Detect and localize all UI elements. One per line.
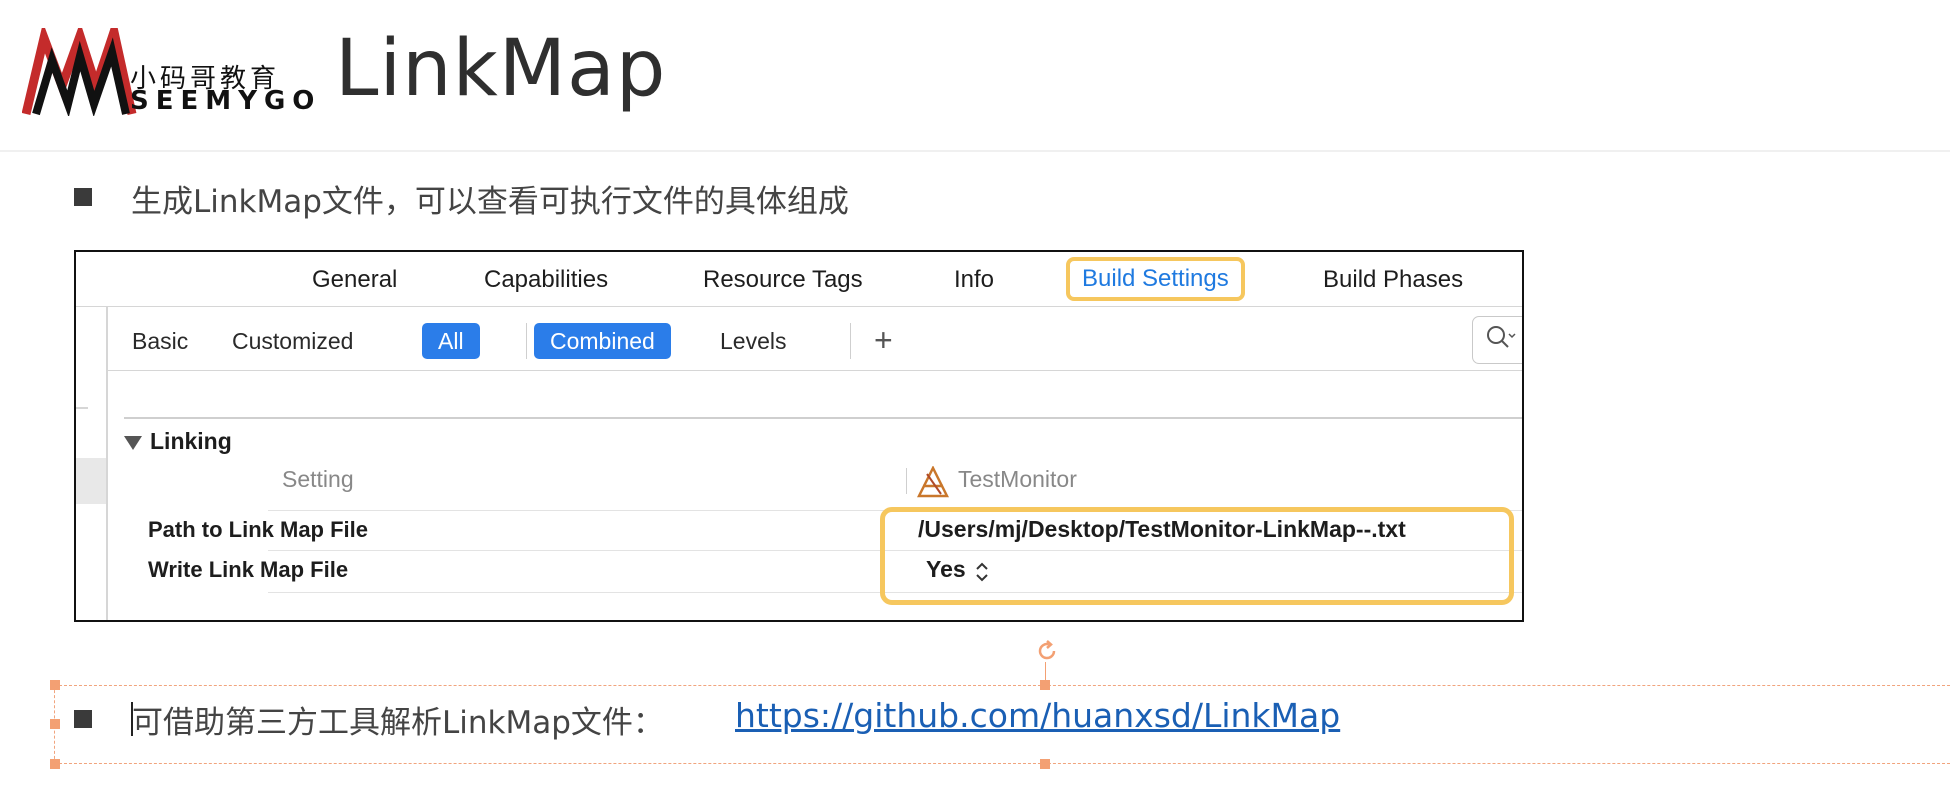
tab-capabilities[interactable]: Capabilities <box>476 262 616 298</box>
section-title-linking: Linking <box>150 428 232 454</box>
linkmap-github-link[interactable]: https://github.com/huanxsd/LinkMap <box>735 696 1340 735</box>
bullet-text: 生成LinkMap文件，可以查看可执行文件的具体组成 <box>131 184 849 220</box>
logo-text-en: SEEMYGO <box>130 86 322 116</box>
filter-customized-button[interactable]: Customized <box>232 323 353 359</box>
filter-all-button[interactable]: All <box>422 323 480 359</box>
tab-build-phases[interactable]: Build Phases <box>1315 262 1471 298</box>
resize-handle-middle-left[interactable] <box>50 719 60 729</box>
filter-separator <box>850 323 851 359</box>
tab-resource-tags[interactable]: Resource Tags <box>695 262 871 298</box>
sidebar-selected-row <box>76 458 106 504</box>
bullet-square-icon <box>74 188 92 206</box>
filter-basic-button[interactable]: Basic <box>132 323 188 359</box>
plus-icon[interactable]: + <box>874 322 893 358</box>
rotate-handle-icon[interactable] <box>1035 639 1059 663</box>
column-header-setting: Setting <box>282 466 354 492</box>
resize-handle-bottom-middle[interactable] <box>1040 759 1050 769</box>
bullet-square-icon <box>74 710 92 728</box>
setting-key-write-link-map[interactable]: Write Link Map File <box>148 557 348 583</box>
disclosure-triangle-icon[interactable] <box>124 436 142 450</box>
bullet-text: 可借助第三方工具解析LinkMap文件： <box>132 705 664 741</box>
setting-key-path-to-link-map[interactable]: Path to Link Map File <box>148 517 368 543</box>
view-levels-button[interactable]: Levels <box>720 323 786 359</box>
tab-info[interactable]: Info <box>946 262 1002 298</box>
app-target-icon <box>917 466 949 498</box>
column-header-target: TestMonitor <box>958 466 1077 492</box>
settings-filter-bar: Basic Customized All Combined Levels + <box>108 306 1522 371</box>
tab-general[interactable]: General <box>304 262 405 298</box>
resize-handle-bottom-left[interactable] <box>50 759 60 769</box>
tab-build-settings[interactable]: Build Settings <box>1066 257 1245 301</box>
resize-handle-top-left[interactable] <box>50 680 60 690</box>
section-divider <box>124 417 1522 419</box>
column-divider <box>906 468 907 494</box>
search-field[interactable] <box>1472 316 1522 364</box>
project-tab-bar: General Capabilities Resource Tags Info … <box>76 252 1522 307</box>
view-combined-button[interactable]: Combined <box>534 323 671 359</box>
search-icon <box>1487 326 1516 348</box>
resize-handle-top-middle[interactable] <box>1040 680 1050 690</box>
highlight-annotation <box>880 507 1514 605</box>
filter-separator <box>526 323 527 359</box>
header-divider <box>0 150 1950 152</box>
slide-title: LinkMap <box>335 24 667 114</box>
xcode-build-settings-screenshot: General Capabilities Resource Tags Info … <box>74 250 1524 622</box>
sidebar-divider-tick <box>76 407 88 409</box>
